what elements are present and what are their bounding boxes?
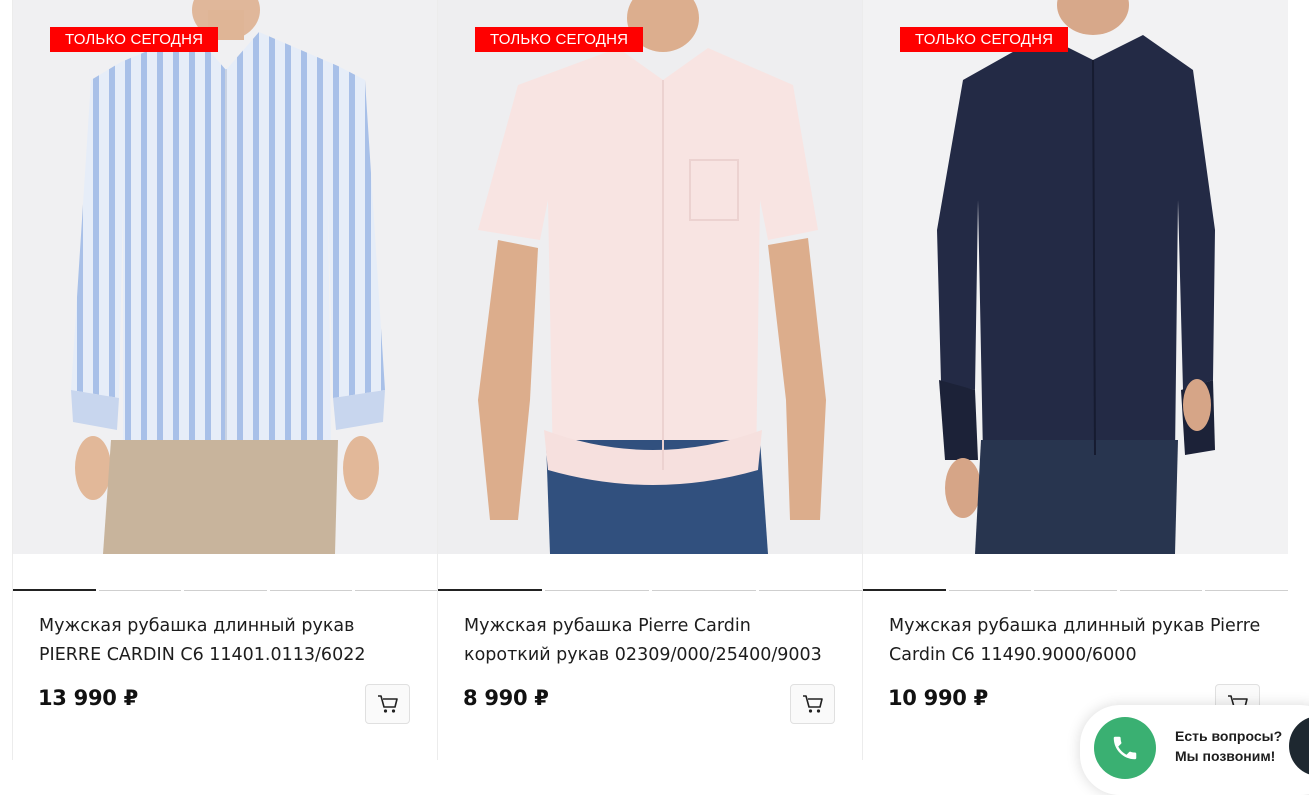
product-card[interactable]: ТОЛЬКО СЕГОДНЯ Мужская рубашка длинный р…: [12, 0, 438, 760]
image-pager[interactable]: [13, 589, 438, 591]
pager-segment[interactable]: [1034, 590, 1117, 591]
phone-icon[interactable]: [1094, 717, 1156, 779]
pager-segment[interactable]: [98, 590, 182, 591]
product-price: 10 990 ₽: [888, 686, 988, 710]
pager-segment[interactable]: [355, 590, 438, 591]
promo-badge: ТОЛЬКО СЕГОДНЯ: [50, 27, 219, 52]
product-price: 8 990 ₽: [463, 686, 549, 710]
callback-line-2: Мы позвоним!: [1175, 748, 1276, 764]
pager-segment[interactable]: [863, 589, 946, 591]
cart-icon: [377, 695, 398, 713]
promo-badge: ТОЛЬКО СЕГОДНЯ: [475, 27, 644, 52]
image-pager[interactable]: [863, 589, 1288, 591]
pager-segment[interactable]: [269, 590, 353, 591]
product-price: 13 990 ₽: [38, 686, 138, 710]
pager-segment[interactable]: [759, 590, 863, 591]
callback-widget[interactable]: Есть вопросы? Мы позвоним!: [1080, 705, 1309, 795]
pager-segment[interactable]: [948, 590, 1032, 591]
pager-segment[interactable]: [652, 590, 756, 591]
product-title[interactable]: Мужская рубашка длинный рукав PIERRE CAR…: [39, 612, 414, 670]
product-image[interactable]: [863, 0, 1288, 554]
product-title[interactable]: Мужская рубашка длинный рукав Pierre Car…: [889, 612, 1264, 670]
product-card[interactable]: ТОЛЬКО СЕГОДНЯ Мужская рубашка длинный р…: [862, 0, 1288, 760]
pager-segment[interactable]: [1119, 590, 1203, 591]
callback-text[interactable]: Есть вопросы? Мы позвоним!: [1175, 726, 1282, 766]
product-image[interactable]: [13, 0, 438, 554]
pager-segment[interactable]: [438, 589, 542, 591]
callback-line-1: Есть вопросы?: [1175, 728, 1283, 744]
product-image[interactable]: [438, 0, 863, 554]
add-to-cart-button[interactable]: [365, 684, 410, 724]
pager-segment[interactable]: [1205, 590, 1288, 591]
product-card[interactable]: ТОЛЬКО СЕГОДНЯ Мужская рубашка Pierre Ca…: [437, 0, 863, 760]
pager-segment[interactable]: [545, 590, 649, 591]
pager-segment[interactable]: [184, 590, 267, 591]
pager-segment[interactable]: [13, 589, 96, 591]
promo-badge: ТОЛЬКО СЕГОДНЯ: [900, 27, 1069, 52]
cart-icon: [802, 695, 823, 713]
product-title[interactable]: Мужская рубашка Pierre Cardin короткий р…: [464, 612, 839, 670]
image-pager[interactable]: [438, 589, 863, 591]
add-to-cart-button[interactable]: [790, 684, 835, 724]
